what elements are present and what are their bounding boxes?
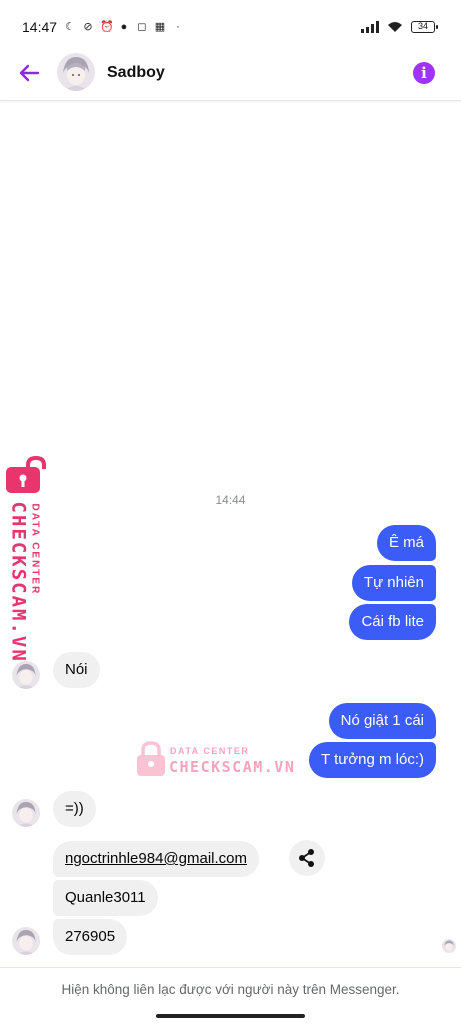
message-bubble-outgoing[interactable]: Nó giật 1 cái — [328, 703, 436, 739]
watermark-tagline: DATA CENTER — [170, 746, 250, 756]
back-arrow-icon — [19, 64, 40, 82]
wifi-icon — [388, 22, 402, 32]
avatar-image — [442, 939, 456, 953]
share-button[interactable] — [289, 840, 325, 876]
seen-indicator-avatar — [442, 939, 456, 953]
avatar-image — [12, 927, 40, 955]
messenger-icon: ● — [120, 21, 128, 33]
message-bubble-incoming[interactable]: =)) — [53, 791, 96, 827]
info-icon: i — [421, 64, 427, 82]
watermark-center: DATA CENTER CHECKSCAM.VN — [136, 741, 296, 781]
message-bubble-outgoing[interactable]: Ê má — [376, 525, 436, 561]
signal-icon — [361, 21, 379, 33]
moon-icon: ☾ — [65, 21, 75, 33]
conversation-timestamp: 14:44 — [215, 493, 246, 507]
info-button[interactable]: i — [413, 62, 435, 84]
status-bar: 14:47 ☾ ⊘ ⏰ ● ◻ ▦ · 34 — [0, 0, 461, 44]
contact-name[interactable]: Sadboy — [107, 64, 165, 82]
back-button[interactable] — [14, 58, 44, 88]
message-bubble-outgoing[interactable]: Tự nhiên — [351, 565, 436, 601]
contact-avatar-small[interactable] — [12, 799, 40, 827]
message-bubble-outgoing[interactable]: Cái fb lite — [349, 604, 436, 640]
contact-avatar-small[interactable] — [12, 661, 40, 689]
home-indicator[interactable] — [156, 1014, 305, 1018]
avatar-image — [57, 53, 95, 91]
watermark-vertical: DATA CENTER CHECKSCAM.VN — [4, 455, 50, 663]
share-icon — [299, 849, 314, 867]
avatar-image — [12, 799, 40, 827]
padlock-logo-icon — [6, 455, 46, 493]
watermark-brand: CHECKSCAM.VN — [7, 501, 30, 663]
contact-avatar[interactable] — [57, 53, 95, 91]
unavailable-footer: Hiện không liên lạc được với người này t… — [0, 967, 461, 1011]
instagram-icon: ◻ — [137, 21, 147, 33]
mute-icon: ⊘ — [83, 21, 93, 33]
message-bubble-incoming[interactable]: Quanle3011 — [53, 880, 158, 916]
watermark-tagline: DATA CENTER — [29, 503, 41, 596]
chat-header: Sadboy i — [0, 44, 461, 101]
watermark-brand: CHECKSCAM.VN — [169, 758, 296, 776]
status-time: 14:47 — [22, 19, 58, 35]
momo-icon: ▦ — [154, 21, 166, 33]
status-notification-icons: ☾ ⊘ ⏰ ● ◻ ▦ · — [64, 21, 184, 33]
status-system-icons: 34 — [361, 21, 438, 33]
unavailable-notice: Hiện không liên lạc được với người này t… — [61, 982, 400, 997]
avatar-image — [12, 661, 40, 689]
alarm-icon: ⏰ — [100, 21, 114, 33]
message-bubble-outgoing[interactable]: T tưởng m lóc:) — [309, 742, 436, 778]
battery-indicator: 34 — [411, 21, 438, 33]
contact-avatar-small[interactable] — [12, 927, 40, 955]
message-bubble-incoming[interactable]: 276905 — [53, 919, 128, 955]
message-bubble-incoming[interactable]: Nói — [53, 652, 100, 688]
padlock-logo-icon — [137, 741, 165, 776]
message-bubble-incoming-email-link[interactable]: ngoctrinhle984@gmail.com — [53, 841, 259, 877]
dot-icon: · — [176, 21, 180, 33]
